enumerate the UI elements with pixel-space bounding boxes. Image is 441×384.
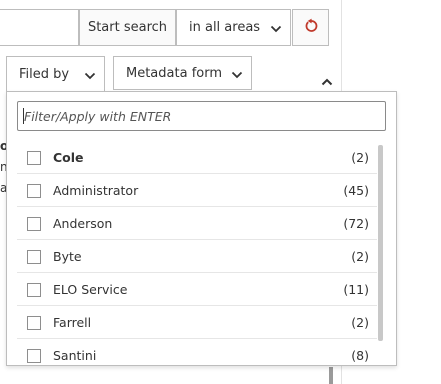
search-area-value: in all areas — [189, 20, 261, 35]
collapse-filters-button[interactable] — [318, 74, 336, 88]
start-search-label: Start search — [87, 20, 168, 35]
list-item[interactable]: Santini (8) — [17, 339, 377, 365]
option-count: (11) — [343, 281, 369, 297]
checkbox[interactable] — [27, 283, 41, 297]
text-cursor — [23, 108, 24, 124]
option-count: (8) — [351, 347, 369, 363]
search-view: Start search in all areas Filed by Metad… — [0, 0, 441, 384]
checkbox[interactable] — [27, 151, 41, 165]
chevron-down-icon — [270, 23, 282, 38]
option-name: Administrator — [53, 182, 139, 198]
checkbox[interactable] — [27, 316, 41, 330]
reset-icon — [303, 18, 319, 38]
option-name: ELO Service — [53, 281, 128, 297]
background-scrollbar[interactable] — [329, 367, 333, 384]
list-item[interactable]: ELO Service (11) — [17, 273, 377, 306]
filter-input[interactable] — [17, 101, 386, 131]
list-item[interactable]: Anderson (72) — [17, 207, 377, 240]
checkbox[interactable] — [27, 184, 41, 198]
option-name: Byte — [53, 248, 82, 264]
reset-search-button[interactable] — [292, 9, 329, 46]
start-search-button[interactable]: Start search — [79, 9, 176, 46]
option-count: (2) — [351, 314, 369, 330]
option-name: Farrell — [53, 314, 92, 330]
list-item[interactable]: Farrell (2) — [17, 306, 377, 339]
list-item[interactable]: Administrator (45) — [17, 174, 377, 207]
option-count: (45) — [343, 182, 369, 198]
option-name: Cole — [53, 149, 84, 165]
metadata-form-label: Metadata form — [126, 65, 223, 81]
chevron-down-icon — [231, 69, 243, 84]
chevron-up-icon — [321, 72, 333, 91]
checkbox[interactable] — [27, 349, 41, 363]
option-name: Anderson — [53, 215, 113, 231]
list-item[interactable]: Cole (2) — [17, 141, 377, 174]
filed-by-filter-toggle[interactable]: Filed by — [6, 56, 105, 92]
filed-by-options-list: Cole (2) Administrator (45) Anderson (72… — [17, 141, 377, 365]
dropdown-scrollbar[interactable] — [378, 145, 383, 341]
option-count: (2) — [351, 248, 369, 264]
search-input[interactable] — [0, 9, 79, 46]
option-name: Santini — [53, 347, 97, 363]
filed-by-label: Filed by — [19, 67, 70, 82]
chevron-down-icon — [84, 70, 96, 85]
metadata-form-filter-toggle[interactable]: Metadata form — [113, 56, 252, 90]
search-area-select[interactable]: in all areas — [176, 9, 291, 46]
checkbox[interactable] — [27, 217, 41, 231]
filed-by-dropdown: Cole (2) Administrator (45) Anderson (72… — [6, 91, 397, 366]
option-count: (2) — [351, 149, 369, 165]
list-item[interactable]: Byte (2) — [17, 240, 377, 273]
option-count: (72) — [343, 215, 369, 231]
checkbox[interactable] — [27, 250, 41, 264]
